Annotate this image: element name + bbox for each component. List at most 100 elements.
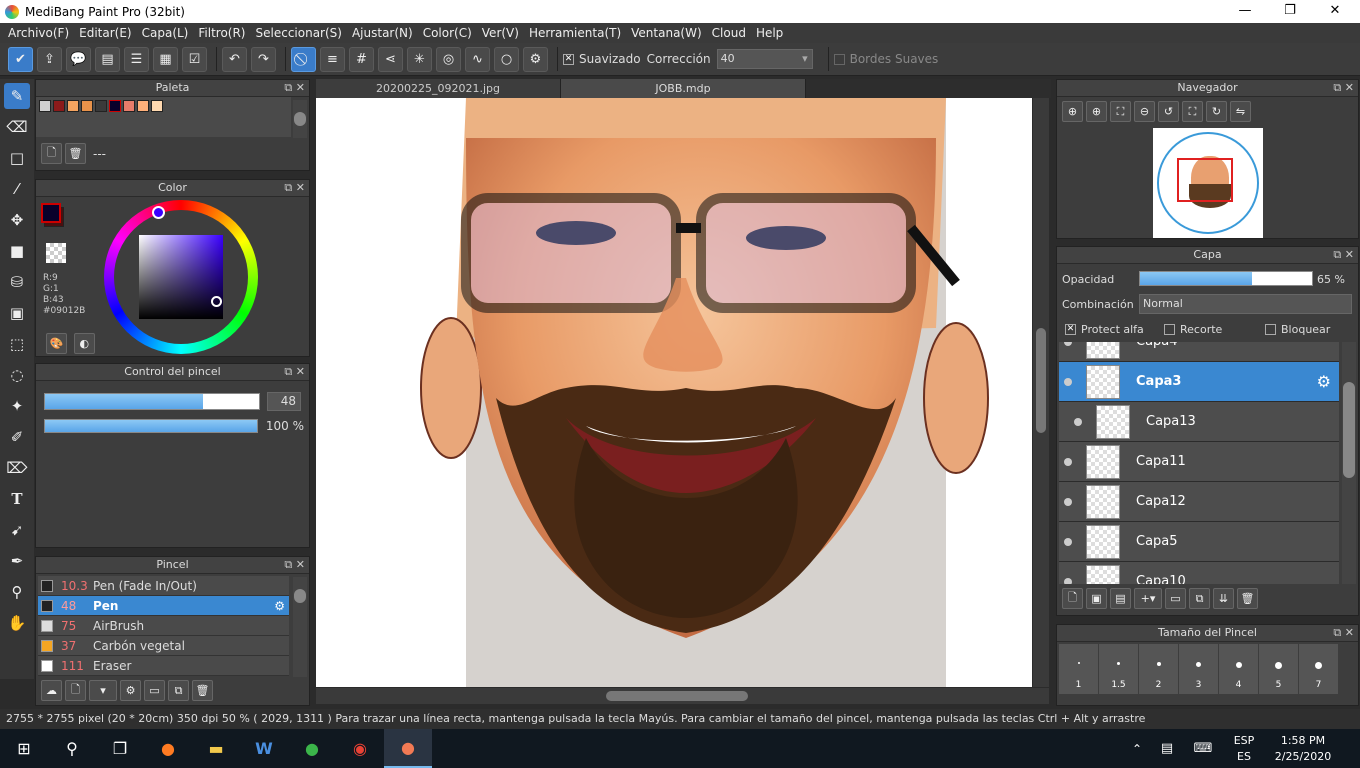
new-brush-icon[interactable]: 🗋 <box>65 680 86 701</box>
brush-item[interactable]: 75 AirBrush <box>38 616 289 636</box>
menu-item-8[interactable]: Herramienta(T) <box>524 26 626 40</box>
brush-size-cell[interactable]: 2 <box>1139 644 1178 694</box>
snap-off-icon[interactable]: ⃠ <box>291 46 316 72</box>
concentric-snap-icon[interactable]: ◎ <box>436 46 461 72</box>
clip-checkbox[interactable]: Recorte <box>1164 323 1222 336</box>
antialias-checkbox[interactable]: ✕ Suavizado <box>563 52 641 66</box>
redo-icon[interactable]: ↷ <box>251 46 276 72</box>
operation-tool-icon[interactable]: ➹ <box>4 517 30 543</box>
brush-settings-icon[interactable]: ⚙ <box>120 680 141 701</box>
soft-edges-checkbox[interactable]: Bordes Suaves <box>833 52 938 66</box>
snap-settings-icon[interactable]: ⚙ <box>523 46 548 72</box>
layer-item[interactable]: Capa12 <box>1059 482 1339 522</box>
page-icon[interactable]: ☰ <box>124 46 149 72</box>
tab-0[interactable]: 20200225_092021.jpg <box>316 79 561 98</box>
transparent-color-swatch[interactable] <box>46 243 66 263</box>
panel-close-icon[interactable]: ⧉ ✕ <box>284 557 305 573</box>
menu-item-3[interactable]: Filtro(R) <box>193 26 250 40</box>
palette-swatch[interactable] <box>39 100 51 112</box>
lasso-tool-icon[interactable]: ◌ <box>4 362 30 388</box>
panel-close-icon[interactable]: ⧉ ✕ <box>284 180 305 196</box>
brush-type-icon[interactable]: ▾ <box>89 680 117 701</box>
brush-settings-icon[interactable]: ⚙ <box>274 599 285 613</box>
menu-item-2[interactable]: Capa(L) <box>137 26 194 40</box>
brush-item[interactable]: 37 Carbón vegetal <box>38 636 289 656</box>
delete-layer-icon[interactable]: 🗑 <box>1237 588 1258 609</box>
panel-close-icon[interactable]: ⧉ ✕ <box>284 80 305 96</box>
menu-item-5[interactable]: Ajustar(N) <box>347 26 418 40</box>
perspective-snap-icon[interactable]: ⋖ <box>378 46 403 72</box>
protect-alpha-checkbox[interactable]: ✕ Protect alfa <box>1065 323 1144 336</box>
firefox-icon[interactable]: ● <box>144 729 192 768</box>
comment-icon[interactable]: ▤ <box>95 46 120 72</box>
tray-chevron-icon[interactable]: ⌃ <box>1122 729 1152 768</box>
palette-swatch[interactable] <box>151 100 163 112</box>
medibang-taskbar-icon[interactable]: ● <box>384 729 432 768</box>
brush-item[interactable]: 10.3 Pen (Fade In/Out) <box>38 576 289 596</box>
clock[interactable]: 1:58 PM 2/25/2020 <box>1264 733 1342 765</box>
maximize-button[interactable]: ❐ <box>1267 0 1313 23</box>
delete-palette-icon[interactable]: 🗑 <box>65 143 86 164</box>
export-icon[interactable]: ⇪ <box>37 46 62 72</box>
fit-icon[interactable]: ⛶ <box>1110 101 1131 122</box>
panel-icon[interactable]: ▦ <box>153 46 178 72</box>
menu-item-10[interactable]: Cloud <box>707 26 751 40</box>
tab-1[interactable]: JOBB.mdp <box>561 79 806 98</box>
layer-visibility-icon[interactable] <box>1064 537 1072 546</box>
rotate-right-icon[interactable]: ↻ <box>1206 101 1227 122</box>
eraser-tool-icon[interactable]: ⌫ <box>4 114 30 140</box>
navigator-preview[interactable] <box>1153 128 1263 238</box>
hand-tool-icon[interactable]: ✋ <box>4 610 30 636</box>
layer-item[interactable]: Capa4 <box>1059 342 1339 362</box>
layer-item[interactable]: Capa5 <box>1059 522 1339 562</box>
bucket-tool-icon[interactable]: ⛁ <box>4 269 30 295</box>
checklist-icon[interactable]: ☑ <box>182 46 207 72</box>
add-layer-menu-icon[interactable]: +▾ <box>1134 588 1162 609</box>
panel-close-icon[interactable]: ⧉ ✕ <box>1333 625 1354 641</box>
delete-brush-icon[interactable]: 🗑 <box>192 680 213 701</box>
brush-folder-icon[interactable]: ▭ <box>144 680 165 701</box>
canvas-horizontal-scrollbar[interactable] <box>316 688 1049 704</box>
navigator-viewport[interactable] <box>1177 158 1233 202</box>
new-layer-icon[interactable]: 🗋 <box>1062 588 1083 609</box>
copy-brush-icon[interactable]: ⧉ <box>168 680 189 701</box>
minimize-button[interactable]: — <box>1222 0 1268 23</box>
brush-size-cell[interactable]: 3 <box>1179 644 1218 694</box>
new-halftone-layer-icon[interactable]: ▣ <box>1086 588 1107 609</box>
chrome-icon[interactable]: ◉ <box>336 729 384 768</box>
layer-item[interactable]: Capa10 <box>1059 562 1339 584</box>
panel-close-icon[interactable]: ⧉ ✕ <box>1333 247 1354 263</box>
palette-swatch[interactable] <box>81 100 93 112</box>
layer-opacity-slider[interactable] <box>1139 271 1313 286</box>
excel-icon[interactable]: ● <box>288 729 336 768</box>
new-8bit-layer-icon[interactable]: ▤ <box>1110 588 1131 609</box>
move-tool-icon[interactable]: ✥ <box>4 207 30 233</box>
input-language[interactable]: ESP ES <box>1224 733 1264 765</box>
flip-icon[interactable]: ⇋ <box>1230 101 1251 122</box>
panel-close-icon[interactable]: ⧉ ✕ <box>1333 80 1354 96</box>
palette-swatch[interactable] <box>67 100 79 112</box>
menu-item-7[interactable]: Ver(V) <box>477 26 524 40</box>
canvas-vertical-scrollbar[interactable] <box>1033 98 1049 687</box>
magic-wand-tool-icon[interactable]: ✦ <box>4 393 30 419</box>
task-view-icon[interactable]: ❐ <box>96 729 144 768</box>
panel-close-icon[interactable]: ⧉ ✕ <box>284 364 305 380</box>
eyedropper-tool-icon[interactable]: ⚲ <box>4 579 30 605</box>
hue-ring[interactable] <box>104 200 258 354</box>
brush-item[interactable]: 48 Pen ⚙ <box>38 596 289 616</box>
brush-size-cell[interactable]: 7 <box>1299 644 1338 694</box>
brush-size-cell[interactable]: 1 <box>1059 644 1098 694</box>
zoom-out-icon[interactable]: ⊖ <box>1134 101 1155 122</box>
cloud-brush-icon[interactable]: ☁ <box>41 680 62 701</box>
windows-start-icon[interactable]: ⊞ <box>0 729 48 768</box>
brush-size-cell[interactable]: 5 <box>1259 644 1298 694</box>
hue-cursor[interactable] <box>152 206 165 219</box>
gradient-tool-icon[interactable]: ▣ <box>4 300 30 326</box>
rotate-left-icon[interactable]: ↺ <box>1158 101 1179 122</box>
brush-opacity-slider[interactable] <box>44 419 258 433</box>
curve-snap-icon[interactable]: ∿ <box>465 46 490 72</box>
drawing-canvas[interactable] <box>316 98 1032 687</box>
menu-item-9[interactable]: Ventana(W) <box>626 26 707 40</box>
undo-icon[interactable]: ↶ <box>222 46 247 72</box>
select-eraser-tool-icon[interactable]: ⌦ <box>4 455 30 481</box>
